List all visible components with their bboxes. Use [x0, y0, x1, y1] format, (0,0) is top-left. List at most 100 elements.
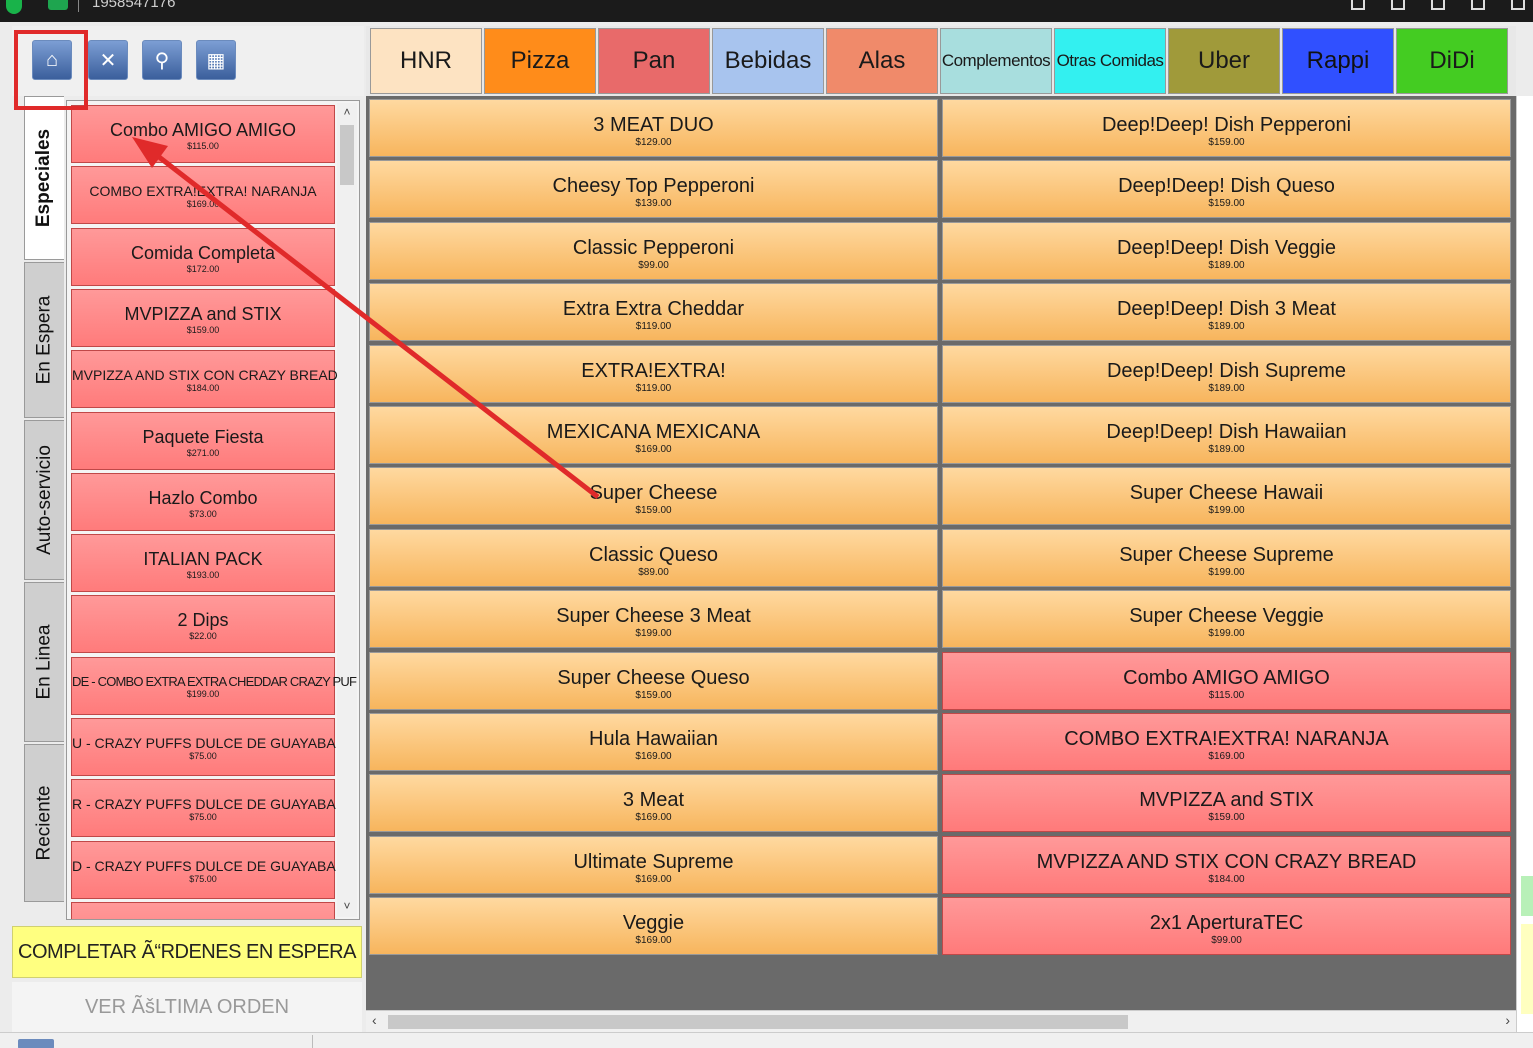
- category-pan[interactable]: Pan: [598, 28, 710, 94]
- special-item[interactable]: U - CRAZY PUFFS DULCE DE GUAYABA $75.00: [71, 718, 336, 776]
- window-icon[interactable]: [1511, 0, 1525, 10]
- product-button[interactable]: Deep!Deep! Dish Queso $159.00: [942, 160, 1511, 219]
- complete-pending-orders-button[interactable]: COMPLETAR Ã“RDENES EN ESPERA: [12, 926, 362, 978]
- special-item-price: $271.00: [186, 447, 220, 458]
- user-icon[interactable]: [1391, 0, 1405, 10]
- special-item[interactable]: MVPIZZA and STIX $159.00: [71, 288, 335, 347]
- special-item-name: U - CRAZY PUFFS DULCE DE GUAYABA: [72, 735, 336, 751]
- special-item[interactable]: 2 Dips $22.00: [71, 595, 335, 654]
- category-uber[interactable]: Uber: [1168, 28, 1280, 94]
- specials-scrollbar[interactable]: ˄ ˅: [337, 103, 357, 917]
- scroll-left-icon[interactable]: ‹: [372, 1012, 377, 1028]
- product-name: Veggie: [622, 912, 685, 935]
- product-name: Classic Queso: [589, 543, 718, 566]
- product-button[interactable]: Combo AMIGO AMIGO $115.00: [942, 651, 1511, 710]
- tools-button[interactable]: ✕: [88, 40, 128, 80]
- category-pizza[interactable]: Pizza: [484, 28, 596, 94]
- category-otras-comidas[interactable]: Otras Comidas: [1054, 28, 1166, 94]
- search-button[interactable]: ⚲: [142, 40, 182, 80]
- divider: [78, 0, 79, 12]
- product-price: $139.00: [635, 198, 672, 210]
- database-icon[interactable]: [1431, 0, 1445, 10]
- product-button[interactable]: 3 MEAT DUO $129.00: [369, 99, 938, 157]
- tab-especiales[interactable]: Especiales: [24, 96, 64, 260]
- product-name: Super Cheese Supreme: [1119, 543, 1334, 566]
- product-button[interactable]: 3 Meat $169.00: [369, 774, 938, 833]
- product-button[interactable]: Hula Hawaiian $169.00: [369, 713, 938, 771]
- special-item[interactable]: Hazlo Combo $73.00: [71, 472, 335, 531]
- special-item[interactable]: Combo AMIGO AMIGO $115.00: [71, 105, 335, 163]
- product-name: Ultimate Supreme: [573, 850, 734, 873]
- special-item[interactable]: Comida Completa $172.00: [71, 227, 335, 286]
- product-button[interactable]: Extra Extra Cheddar $119.00: [369, 283, 938, 342]
- tab-auto-servicio[interactable]: Auto-servicio: [24, 420, 64, 580]
- special-item-name: ITALIAN PACK: [143, 549, 263, 570]
- tab-reciente[interactable]: Reciente: [24, 744, 64, 902]
- product-button[interactable]: Deep!Deep! Dish Supreme $189.00: [942, 344, 1511, 403]
- special-item[interactable]: MVPIZZA AND STIX CON CRAZY BREAD $184.00: [71, 350, 338, 409]
- special-item-price: $193.00: [186, 570, 220, 581]
- scroll-right-icon[interactable]: ›: [1505, 1012, 1510, 1028]
- scroll-down-icon[interactable]: ˅: [340, 899, 354, 915]
- product-button[interactable]: Super Cheese 3 Meat $199.00: [369, 590, 938, 649]
- product-button[interactable]: Super Cheese Veggie $199.00: [942, 590, 1511, 649]
- product-button[interactable]: Super Cheese Queso $159.00: [369, 651, 938, 710]
- grid-horizontal-scrollbar[interactable]: ‹ ›: [366, 1010, 1516, 1032]
- product-button[interactable]: MVPIZZA and STIX $159.00: [942, 774, 1511, 833]
- special-item-name: Hazlo Combo: [148, 487, 258, 508]
- special-item[interactable]: [71, 901, 335, 919]
- category-didi[interactable]: DiDi: [1396, 28, 1508, 94]
- window-title: 1958547176: [92, 0, 176, 11]
- scroll-thumb[interactable]: [340, 125, 354, 185]
- special-item[interactable]: D - CRAZY PUFFS DULCE DE GUAYABA $75.00: [71, 840, 336, 899]
- product-button[interactable]: Deep!Deep! Dish Veggie $189.00: [942, 221, 1511, 280]
- product-button[interactable]: MVPIZZA AND STIX CON CRAZY BREAD $184.00: [942, 835, 1511, 894]
- category-alas[interactable]: Alas: [826, 28, 938, 94]
- special-item[interactable]: DE - COMBO EXTRA EXTRA CHEDDAR CRAZY PUF…: [71, 656, 357, 715]
- product-price: $159.00: [1208, 198, 1245, 210]
- category-hnr[interactable]: HNR: [370, 28, 482, 94]
- product-button[interactable]: MEXICANA MEXICANA $169.00: [369, 406, 938, 464]
- special-item[interactable]: COMBO EXTRA!EXTRA! NARANJA $169.00: [71, 166, 335, 225]
- tab-en-linea[interactable]: En Linea: [24, 582, 64, 742]
- product-price: $184.00: [1208, 873, 1245, 885]
- product-button[interactable]: EXTRA!EXTRA! $119.00: [369, 344, 938, 403]
- category-rappi[interactable]: Rappi: [1282, 28, 1394, 94]
- special-item[interactable]: Paquete Fiesta $271.00: [71, 411, 335, 470]
- divider: [312, 1035, 313, 1048]
- product-button[interactable]: Veggie $169.00: [369, 897, 938, 956]
- product-grid: 3 MEAT DUO $129.00 Cheesy Top Pepperoni $13…: [366, 96, 1516, 1010]
- product-price: $199.00: [1208, 566, 1245, 578]
- special-item[interactable]: R - CRAZY PUFFS DULCE DE GUAYABA $75.00: [71, 779, 336, 838]
- category-complementos[interactable]: Complementos: [940, 28, 1052, 94]
- product-button[interactable]: Super Cheese Hawaii $199.00: [942, 467, 1511, 526]
- category-bebidas[interactable]: Bebidas: [712, 28, 824, 94]
- product-price: $159.00: [1208, 812, 1245, 824]
- product-button[interactable]: Super Cheese Supreme $199.00: [942, 528, 1511, 587]
- product-button[interactable]: Ultimate Supreme $169.00: [369, 835, 938, 894]
- product-button[interactable]: COMBO EXTRA!EXTRA! NARANJA $169.00: [942, 713, 1511, 771]
- product-button[interactable]: 2x1 AperturaTEC $99.00: [942, 897, 1511, 956]
- product-button[interactable]: Deep!Deep! Dish 3 Meat $189.00: [942, 283, 1511, 342]
- product-button[interactable]: Cheesy Top Pepperoni $139.00: [369, 160, 938, 219]
- product-button[interactable]: Super Cheese $159.00: [369, 467, 938, 526]
- product-button[interactable]: Classic Pepperoni $99.00: [369, 221, 938, 280]
- scroll-thumb[interactable]: [388, 1015, 1128, 1029]
- product-name: Deep!Deep! Dish Hawaiian: [1106, 421, 1347, 443]
- product-button[interactable]: Deep!Deep! Dish Hawaiian $189.00: [942, 406, 1511, 464]
- product-name: Super Cheese Queso: [557, 666, 750, 689]
- product-button[interactable]: Deep!Deep! Dish Pepperoni $159.00: [942, 99, 1511, 157]
- special-item[interactable]: ITALIAN PACK $193.00: [71, 534, 335, 593]
- monitor-icon[interactable]: [1351, 0, 1365, 10]
- calculator-button[interactable]: ▦: [196, 40, 236, 80]
- tab-en-espera[interactable]: En Espera: [24, 262, 64, 418]
- view-last-order-button[interactable]: VER ÃšLTIMA ORDEN: [12, 982, 362, 1032]
- product-name: Super Cheese 3 Meat: [556, 605, 751, 628]
- shield-check-icon: [6, 0, 22, 14]
- product-button[interactable]: Classic Queso $89.00: [369, 528, 938, 587]
- scroll-up-icon[interactable]: ˄: [340, 105, 354, 121]
- star-icon[interactable]: [1471, 0, 1485, 10]
- status-indicator: [1521, 876, 1533, 916]
- product-name: Super Cheese Hawaii: [1129, 482, 1324, 505]
- product-name: MVPIZZA and STIX: [1139, 789, 1314, 812]
